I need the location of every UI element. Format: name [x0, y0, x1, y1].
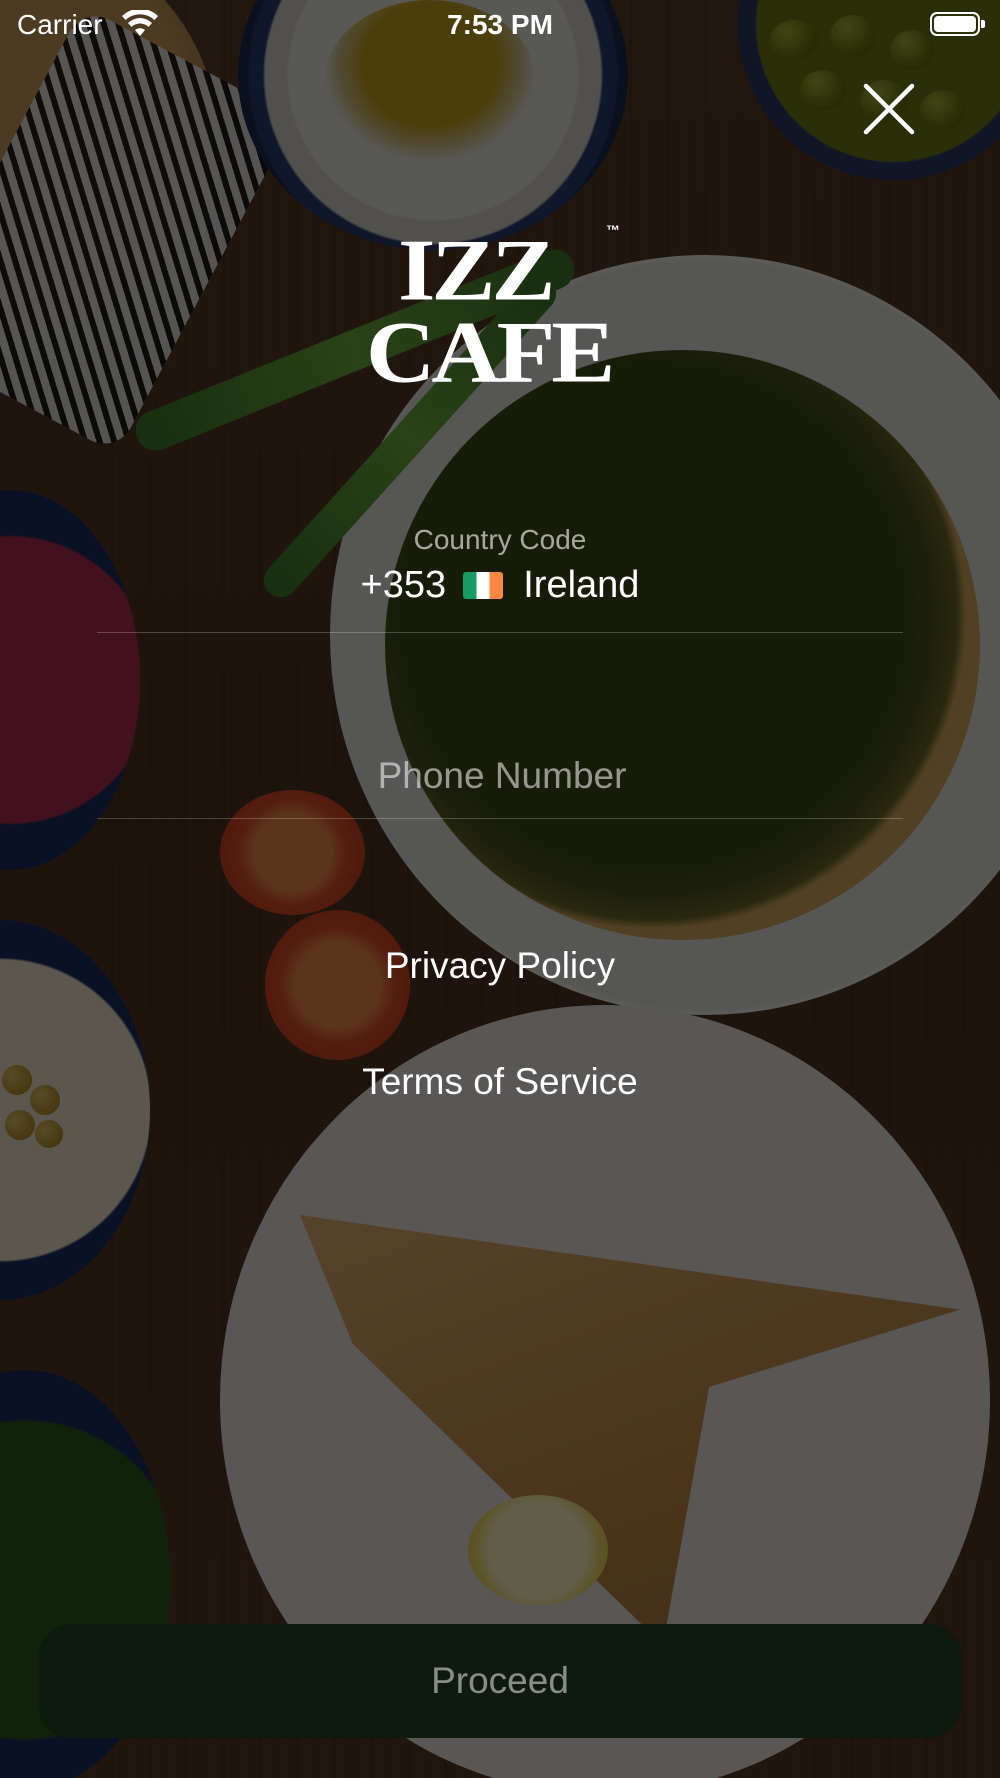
logo-text-line1: IZZ — [398, 220, 555, 319]
status-bar: Carrier 7:53 PM — [0, 0, 1000, 50]
proceed-button[interactable]: Proceed — [38, 1624, 962, 1738]
country-dial-code: +353 — [360, 564, 447, 606]
privacy-policy-link[interactable]: Privacy Policy — [0, 945, 1000, 987]
close-icon — [863, 83, 915, 135]
izz-cafe-logo: IZZ ™ CAFE — [360, 222, 640, 402]
login-screen: Carrier 7:53 PM IZZ ™ CAFE Country Code … — [0, 0, 1000, 1778]
terms-of-service-link[interactable]: Terms of Service — [0, 1061, 1000, 1103]
country-code-divider — [97, 632, 903, 633]
country-code-label: Country Code — [413, 524, 587, 555]
battery-full-icon — [930, 12, 985, 36]
logo-trademark: ™ — [606, 222, 620, 238]
status-time: 7:53 PM — [447, 9, 553, 40]
logo-text-line2: CAFE — [366, 302, 615, 401]
close-button[interactable] — [862, 82, 916, 136]
country-code-selector[interactable]: +353 Ireland — [0, 564, 1000, 607]
ireland-flag-icon — [462, 572, 503, 599]
phone-number-divider — [97, 818, 903, 819]
phone-number-input[interactable] — [97, 745, 907, 807]
country-name: Ireland — [523, 564, 640, 606]
